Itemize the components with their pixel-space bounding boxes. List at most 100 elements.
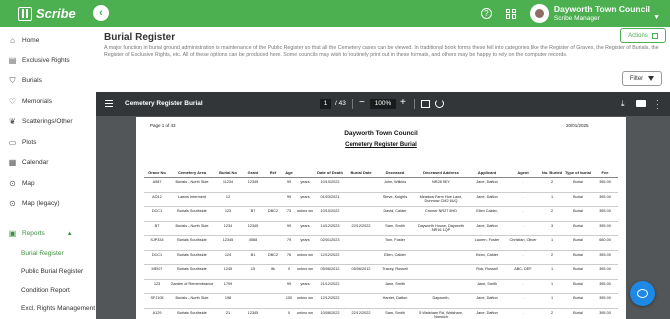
column-header: Burial No xyxy=(214,170,242,178)
table-cell xyxy=(242,279,264,294)
print-icon[interactable] xyxy=(636,100,646,107)
table-cell: David, Calder xyxy=(376,206,414,222)
table-cell: 05/06/2012 xyxy=(346,264,376,280)
table-row: DCC1 Burials Southside 124 B1 DBC2 76 unkno wn… xyxy=(144,250,618,265)
sidebar-item-home[interactable]: ⌂ Home xyxy=(8,36,39,45)
sidebar-subitem-condition-report[interactable]: Condition Report xyxy=(21,287,70,294)
table-cell: B7 xyxy=(144,221,170,236)
sidebar-item-memorials[interactable]: ♡ Memorials xyxy=(8,97,52,106)
sidebar-subitem-burial-register[interactable]: Burial Register xyxy=(21,250,64,257)
rotate-icon[interactable] xyxy=(435,99,444,108)
table-cell: 395.00 xyxy=(592,192,618,207)
account-name: Dayworth Town Council xyxy=(553,4,651,15)
table-cell: years xyxy=(296,177,314,193)
collapse-sidebar-button[interactable]: ‹ xyxy=(93,5,109,21)
table-cell: 395.00 xyxy=(592,206,618,222)
fit-page-icon[interactable] xyxy=(421,100,430,108)
table-cell: DBC2 xyxy=(264,206,282,222)
table-cell: 79 xyxy=(282,235,296,251)
table-cell: 99 xyxy=(282,192,296,207)
table-cell: 12/12/2022 xyxy=(314,293,346,309)
pdf-viewer[interactable]: Cemetery Register Burial 1 / 43 − 100% +… xyxy=(96,92,670,319)
menu-icon[interactable] xyxy=(105,100,113,107)
sidebar-item-reports[interactable]: ▣ Reports ▲ xyxy=(8,229,73,238)
app-name: Scribe xyxy=(36,6,76,21)
scribe-logo-icon xyxy=(18,6,32,21)
table-cell: 99 xyxy=(282,221,296,236)
table-cell: 05/06/2012 xyxy=(314,264,346,280)
table-cell: Burial xyxy=(564,192,592,207)
table-cell: 01/03/2021 xyxy=(314,192,346,207)
table-cell: 3 xyxy=(540,221,564,236)
table-cell: ABC, DEF xyxy=(506,264,540,280)
zoom-out-button[interactable]: − xyxy=(359,97,365,108)
location-pin-icon: ⊙ xyxy=(9,199,16,208)
download-icon[interactable]: ⤓ xyxy=(621,99,625,109)
sidebar-item-calendar[interactable]: ▦ Calendar xyxy=(8,158,49,167)
table-cell: Burial xyxy=(564,206,592,222)
help-icon[interactable]: ? xyxy=(480,8,492,19)
page-number-input[interactable]: 1 xyxy=(320,99,331,109)
heart-icon: ♡ xyxy=(8,97,17,106)
table-cell: . xyxy=(506,221,540,236)
table-cell: . xyxy=(506,177,540,193)
table-cell: years xyxy=(296,221,314,236)
actions-button[interactable]: Actions xyxy=(620,28,666,43)
account-menu[interactable]: Dayworth Town Council Scribe Manager ▼ xyxy=(529,4,670,23)
table-cell xyxy=(414,250,468,265)
table-cell: A987 xyxy=(144,177,170,193)
top-right-controls: ? Dayworth Town Council Scribe Manager ▼ xyxy=(480,0,670,27)
table-cell: lfk xyxy=(264,264,282,280)
table-cell: B1 xyxy=(242,250,264,265)
table-cell: Jane, Smith xyxy=(468,279,506,294)
table-cell: Burial xyxy=(564,221,592,236)
table-cell: Jane, Dafton xyxy=(468,177,506,193)
table-cell: NR28 9EY xyxy=(414,177,468,193)
table-cell: A129 xyxy=(144,308,170,319)
toolbar-divider xyxy=(414,99,415,109)
table-cell: Burial xyxy=(564,235,592,251)
table-cell: 4568 xyxy=(242,235,264,251)
apps-grid-icon[interactable] xyxy=(505,8,516,19)
sidebar-item-burials[interactable]: ⛉ Burials xyxy=(8,76,42,85)
zoom-level-input[interactable]: 100% xyxy=(370,99,396,109)
table-cell: MEI07 xyxy=(144,264,170,280)
table-cell: Jane, Dafton xyxy=(468,293,506,309)
sidebar-subitem-public-burial-register[interactable]: Public Burial Register xyxy=(21,268,83,275)
table-cell: years xyxy=(296,192,314,207)
external-link-icon xyxy=(651,32,658,39)
table-cell: Burial xyxy=(564,250,592,265)
chevron-down-icon: ▼ xyxy=(653,14,660,21)
table-cell: 395.00 xyxy=(592,221,618,236)
sidebar-item-scatterings-other[interactable]: ❦ Scatterings/Other xyxy=(8,117,72,126)
table-cell: 02/01/2023 xyxy=(314,235,346,251)
table-cell: unkno wn xyxy=(296,250,314,265)
sidebar-item-map-legacy[interactable]: ⊙ Map (legacy) xyxy=(8,199,59,208)
table-cell: years xyxy=(296,235,314,251)
sidebar-item-label: Map xyxy=(22,180,35,187)
sidebar-item-exclusive-rights[interactable]: ▤ Exclusive Rights xyxy=(8,56,70,65)
table-row: A129 Burials Southside 21 12345 0 unkno wn 10/… xyxy=(144,308,618,319)
table-cell: 21 xyxy=(214,308,242,319)
chat-button[interactable] xyxy=(630,281,655,306)
more-options-icon[interactable]: · · · xyxy=(656,97,659,113)
table-cell: 99 xyxy=(282,177,296,193)
table-cell: 1234 xyxy=(214,221,242,236)
table-cell: 123 xyxy=(214,206,242,222)
zoom-in-button[interactable]: + xyxy=(400,97,406,108)
app-logo[interactable]: Scribe xyxy=(18,6,76,21)
sidebar-item-map[interactable]: ⊙ Map xyxy=(8,179,35,188)
table-cell: 1 xyxy=(540,279,564,294)
document-icon: ▤ xyxy=(8,56,17,65)
table-cell: Burial xyxy=(564,279,592,294)
table-cell: 5 Walsham Rd, Walsham, Norwich xyxy=(414,308,468,319)
column-header: Age xyxy=(282,170,296,178)
sidebar-subitem-excl-rights-management[interactable]: Excl. Rights Management xyxy=(21,305,95,312)
sidebar-item-plots[interactable]: ▭ Plots xyxy=(8,138,37,147)
table-cell: Jane, Smith xyxy=(376,279,414,294)
table-cell: Burials Southside xyxy=(170,250,214,265)
table-cell: Dayworth House, Dayworth NR16 1QP xyxy=(414,221,468,236)
table-cell: 12345 xyxy=(242,221,264,236)
table-cell: unkno wn xyxy=(296,206,314,222)
filter-button[interactable]: Filter xyxy=(622,71,662,86)
